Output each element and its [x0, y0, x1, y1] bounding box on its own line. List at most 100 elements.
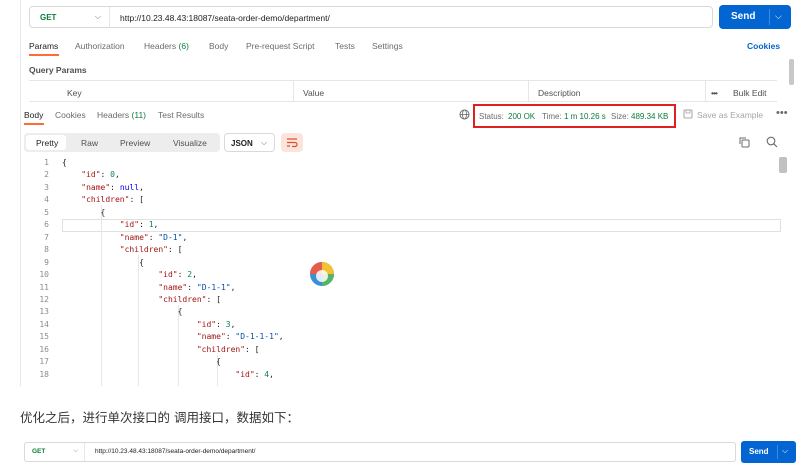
code-text: "id": 3,	[196, 319, 236, 329]
send-label: Send	[749, 447, 769, 456]
response-status-highlight: Status: 200 OK Time: 1 m 10.26 s Size: 4…	[473, 104, 676, 128]
code-text: "children": [	[158, 294, 221, 304]
more-options-icon[interactable]: •••	[711, 88, 718, 98]
chevron-down-icon: ⌵	[94, 12, 101, 21]
response-headers-count: (11)	[131, 110, 147, 120]
cookies-link[interactable]: Cookies	[747, 41, 780, 51]
code-text: "id": 2,	[158, 270, 197, 280]
view-visualize[interactable]: Visualize	[173, 138, 207, 148]
code-line: 7 "name": "D-1",	[21, 233, 781, 245]
divider	[777, 445, 778, 459]
code-text: "children": [	[196, 344, 260, 354]
bulk-edit-button[interactable]: Bulk Edit	[733, 88, 767, 98]
chevron-down-icon: ⌵	[261, 138, 268, 147]
tab-body[interactable]: Body	[209, 41, 228, 51]
chevron-down-icon[interactable]: ⌵	[782, 446, 788, 456]
save-icon	[683, 109, 693, 119]
code-text: {	[62, 158, 67, 167]
line-number: 11	[39, 282, 49, 292]
tab-response-headers-label: Headers	[97, 110, 130, 120]
divider	[293, 81, 294, 101]
chevron-down-icon: ⌵	[73, 447, 78, 454]
code-text: {	[62, 257, 144, 267]
status-label: Status:	[479, 112, 504, 121]
col-value: Value	[303, 88, 325, 98]
send-button[interactable]: Send ⌵	[741, 441, 796, 463]
size-value[interactable]: 489.34 KB	[631, 112, 668, 121]
format-select[interactable]: JSON ⌵	[224, 133, 275, 152]
code-text: {	[62, 357, 221, 367]
code-text: "children": [	[81, 195, 144, 205]
tab-params[interactable]: Params	[29, 41, 58, 51]
line-number: 17	[39, 357, 49, 367]
line-number: 14	[39, 319, 49, 329]
tab-test-results[interactable]: Test Results	[158, 110, 204, 120]
format-label: JSON	[231, 139, 253, 148]
line-number: 8	[44, 245, 49, 255]
tab-response-headers[interactable]: Headers (11)	[97, 110, 146, 120]
search-icon[interactable]	[766, 136, 778, 148]
wrap-lines-button[interactable]	[281, 133, 303, 152]
view-preview[interactable]: Preview	[120, 138, 150, 148]
chevron-down-icon[interactable]: ⌵	[775, 11, 782, 22]
code-text: {	[62, 307, 183, 317]
save-as-example-label: Save as Example	[697, 110, 764, 120]
line-number: 3	[44, 182, 49, 192]
view-pretty[interactable]: Pretty	[36, 138, 58, 148]
scrollbar-thumb[interactable]	[789, 59, 794, 85]
globe-icon[interactable]	[459, 109, 470, 120]
code-text: "id": 4,	[235, 369, 274, 379]
method-label: GET	[32, 448, 46, 455]
col-description: Description	[538, 88, 581, 98]
tab-prerequest-script[interactable]: Pre-request Script	[246, 41, 315, 51]
headers-count: (6)	[178, 41, 189, 51]
code-line: 9 {	[21, 258, 781, 270]
tab-headers-label: Headers	[144, 41, 177, 51]
method-select[interactable]: GET ⌵	[30, 7, 110, 27]
more-options-icon[interactable]: •••	[776, 107, 788, 119]
tab-headers[interactable]: Headers (6)	[144, 41, 189, 51]
current-line-highlight	[62, 219, 781, 232]
query-params-table: Key Value Description ••• Bulk Edit	[29, 80, 777, 102]
request-bar: GET ⌵ http://10.23.48.43:18087/seata-ord…	[29, 6, 713, 28]
line-number: 2	[44, 170, 49, 180]
copy-icon[interactable]	[739, 137, 750, 148]
tab-tests[interactable]: Tests	[335, 41, 355, 51]
line-number: 5	[44, 207, 49, 217]
send-label: Send	[731, 11, 756, 22]
send-button[interactable]: Send ⌵	[719, 5, 791, 29]
active-tab-indicator	[29, 54, 59, 56]
method-label: GET	[40, 13, 57, 22]
line-number: 16	[39, 344, 49, 354]
status-value[interactable]: 200 OK	[508, 112, 535, 121]
tab-response-cookies[interactable]: Cookies	[55, 110, 86, 120]
line-number: 13	[39, 307, 49, 317]
tab-settings[interactable]: Settings	[372, 41, 403, 51]
response-body-editor[interactable]: 1{2 "id": 0, 3 "name": null, 4 "children":…	[21, 156, 781, 386]
method-select[interactable]: GET ⌵	[25, 443, 85, 461]
line-number: 10	[39, 270, 49, 280]
tab-response-body[interactable]: Body	[24, 110, 43, 120]
watermark-logo-icon	[310, 262, 334, 286]
code-text: "children": [	[119, 245, 183, 255]
time-value[interactable]: 1 m 10.26 s	[564, 112, 606, 121]
line-number: 12	[39, 294, 49, 304]
view-mode-switcher: Pretty Raw Preview Visualize	[24, 133, 220, 152]
active-tab-indicator	[24, 123, 44, 125]
view-raw[interactable]: Raw	[81, 138, 98, 148]
line-number: 15	[39, 332, 49, 342]
url-input[interactable]: http://10.23.48.43:18087/seata-order-dem…	[120, 13, 330, 23]
url-input[interactable]: http://10.23.48.43:18087/seata-order-dem…	[95, 448, 255, 455]
request-bar-secondary: GET ⌵ http://10.23.48.43:18087/seata-ord…	[24, 442, 736, 462]
code-line: 17 {	[21, 357, 781, 369]
line-number: 4	[44, 195, 49, 205]
code-text: "name": "D-1-1-1",	[196, 332, 284, 342]
code-line: 8 "children": [	[21, 245, 781, 257]
tab-authorization[interactable]: Authorization	[75, 41, 125, 51]
code-text: "name": "D-1",	[119, 232, 188, 242]
article-caption: 优化之后，进行单次接口的 调用接口，数据如下：	[20, 410, 299, 425]
scrollbar-thumb[interactable]	[779, 157, 787, 173]
code-line: 18 "id": 4,	[21, 370, 781, 382]
code-line: 1{	[21, 158, 781, 170]
code-line: 14 "id": 3,	[21, 320, 781, 332]
